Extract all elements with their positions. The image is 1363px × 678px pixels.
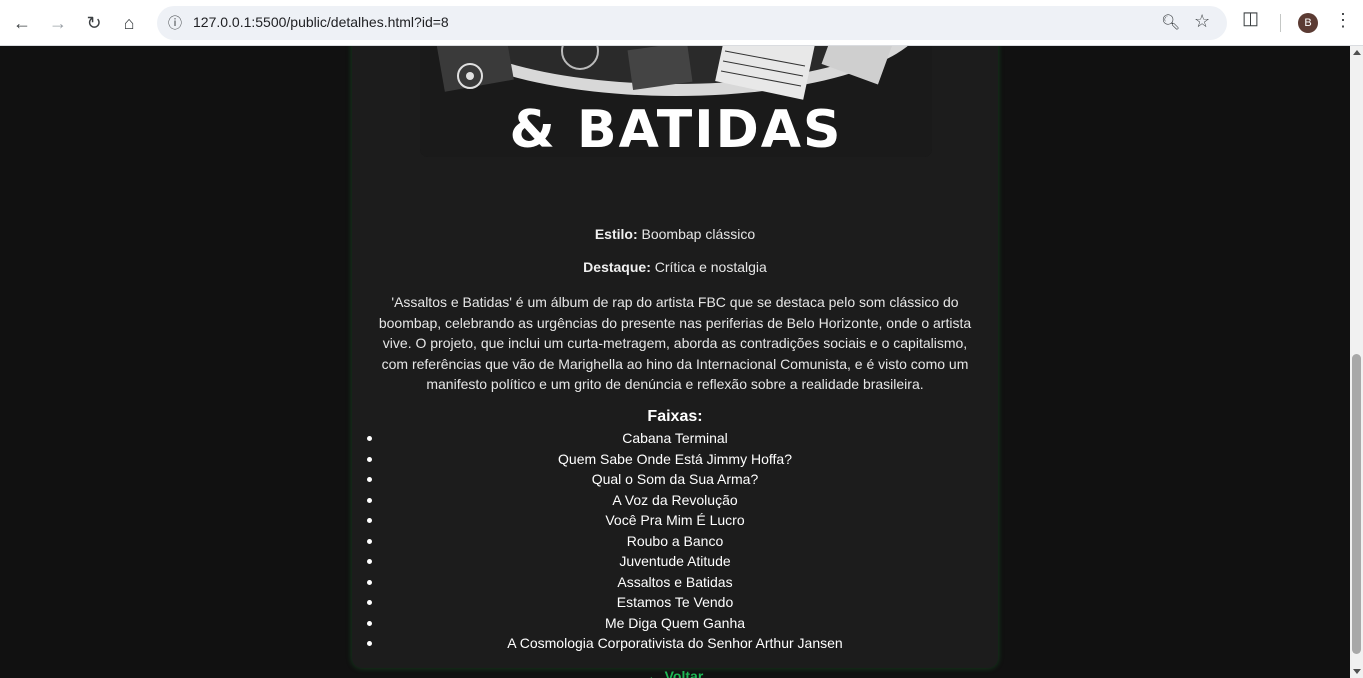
reload-icon[interactable]: ↻ [78,7,110,39]
album-cover-image: & BATIDAS [420,46,932,157]
track-item: Juventude Atitude [352,551,998,572]
forward-arrow-icon[interactable]: → [42,7,74,39]
track-item: Quem Sabe Onde Está Jimmy Hoffa? [352,449,998,470]
browser-menu-icon[interactable]: ⋮ [1334,10,1352,31]
back-link[interactable]: ← Voltar [352,668,998,678]
scroll-thumb[interactable] [1352,354,1361,654]
page-viewport: & BATIDAS Estilo: Boombap clássico Desta… [0,46,1350,678]
site-info-icon[interactable]: ⓘ [165,13,185,33]
track-item: Assaltos e Batidas [352,572,998,593]
track-item: Estamos Te Vendo [352,592,998,613]
track-item: Qual o Som da Sua Arma? [352,469,998,490]
style-label: Estilo: [594,226,638,242]
zoom-icon[interactable]: 🔍︎ [1161,13,1180,31]
back-arrow-icon[interactable]: ← [6,7,38,39]
album-details-card: & BATIDAS Estilo: Boombap clássico Desta… [352,46,998,678]
album-cover-title: & BATIDAS [509,100,843,157]
tracks-title: Faixas: [647,408,703,425]
album-style: Estilo: Boombap clássico [352,226,998,242]
page-scrollbar[interactable] [1350,46,1363,678]
home-icon[interactable]: ⌂ [113,7,145,39]
track-item: Roubo a Banco [352,531,998,552]
scroll-up-arrow-icon[interactable] [1353,50,1361,55]
track-item: A Cosmologia Corporativista do Senhor Ar… [352,633,998,654]
bookmark-star-icon[interactable]: ☆ [1194,11,1210,32]
album-description: 'Assaltos e Batidas' é um álbum de rap d… [378,294,972,393]
album-highlight: Destaque: Crítica e nostalgia [352,259,998,275]
track-item: Me Diga Quem Ganha [352,613,998,634]
highlight-label: Destaque: [583,259,651,275]
toolbar-divider [1280,14,1281,32]
track-item: Cabana Terminal [352,428,998,449]
extensions-puzzle-icon[interactable]: ◫ [1242,8,1259,29]
track-item: Você Pra Mim É Lucro [352,510,998,531]
track-list: Cabana Terminal Quem Sabe Onde Está Jimm… [352,428,998,654]
address-bar[interactable]: ⓘ 127.0.0.1:5500/public/detalhes.html?id… [157,6,1227,40]
browser-toolbar: ← → ↻ ⌂ ⓘ 127.0.0.1:5500/public/detalhes… [0,0,1363,46]
style-value: Boombap clássico [641,226,756,242]
highlight-value: Crítica e nostalgia [654,259,767,275]
track-item: A Voz da Revolução [352,490,998,511]
url-text[interactable]: 127.0.0.1:5500/public/detalhes.html?id=8 [193,14,449,30]
profile-avatar[interactable]: B [1298,13,1318,33]
scroll-down-arrow-icon[interactable] [1353,669,1361,674]
